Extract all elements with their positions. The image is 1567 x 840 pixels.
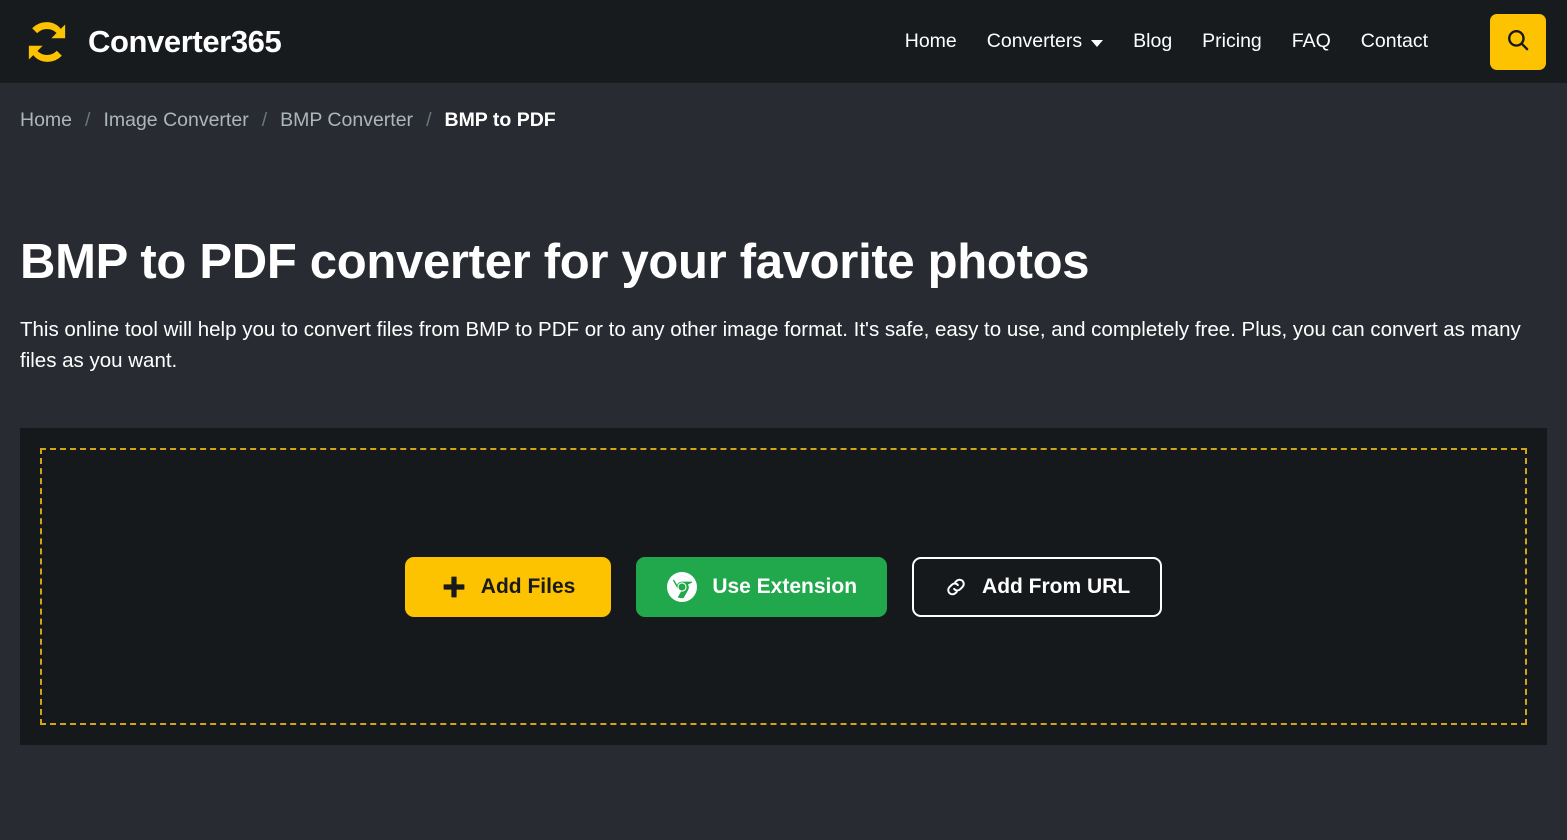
upload-panel: Add Files Use Extension Add From URL [20,428,1547,746]
breadcrumb-item-bmp-converter[interactable]: BMP Converter [280,109,413,132]
nav-item-contact[interactable]: Contact [1361,30,1428,53]
use-extension-label: Use Extension [712,574,858,598]
sync-arrows-icon [20,15,74,69]
nav-label: Blog [1133,30,1173,52]
use-extension-button[interactable]: Use Extension [636,556,888,617]
nav-label: Home [904,30,957,52]
file-dropzone[interactable]: Add Files Use Extension Add From URL [40,448,1527,726]
breadcrumb-item-current: BMP to PDF [444,109,556,131]
hero-section: BMP to PDF converter for your favorite p… [0,234,1567,376]
nav-item-pricing[interactable]: Pricing [1202,30,1262,53]
breadcrumb: Home / Image Converter / BMP Converter /… [0,83,1567,132]
brand-logo-link[interactable]: Converter365 [20,15,282,69]
link-icon [944,575,968,599]
breadcrumb-item-image-converter[interactable]: Image Converter [103,109,248,132]
nav-item-home[interactable]: Home [905,30,957,53]
breadcrumb-item-home[interactable]: Home [20,109,72,132]
nav-label: Converters [986,30,1083,52]
add-files-label: Add Files [480,574,576,598]
breadcrumb-separator: / [426,109,432,131]
search-icon [1505,27,1531,56]
breadcrumb-separator: / [85,109,91,131]
brand-name: Converter365 [88,24,282,59]
nav-label: Pricing [1202,30,1262,52]
breadcrumb-separator: / [261,109,268,131]
nav-item-converters[interactable]: Converters [986,30,1104,53]
add-from-url-label: Add From URL [982,574,1131,598]
search-button[interactable] [1490,13,1546,70]
nav-item-faq[interactable]: FAQ [1292,30,1331,53]
nav-label: FAQ [1291,30,1331,52]
chrome-icon [666,571,698,603]
nav-item-blog[interactable]: Blog [1133,30,1172,53]
main-navigation: Home Converters Blog Pricing FAQ Contact [905,0,1567,83]
chevron-down-icon [1091,39,1104,47]
nav-label: Contact [1360,30,1428,52]
plus-icon [441,574,467,600]
site-header: Converter365 Home Converters Blog Pricin… [0,0,1567,83]
add-files-button[interactable]: Add Files [404,556,612,617]
add-from-url-button[interactable]: Add From URL [912,556,1163,617]
page-title: BMP to PDF converter for your favorite p… [20,235,1090,289]
page-description: This online tool will help you to conver… [20,317,1521,372]
